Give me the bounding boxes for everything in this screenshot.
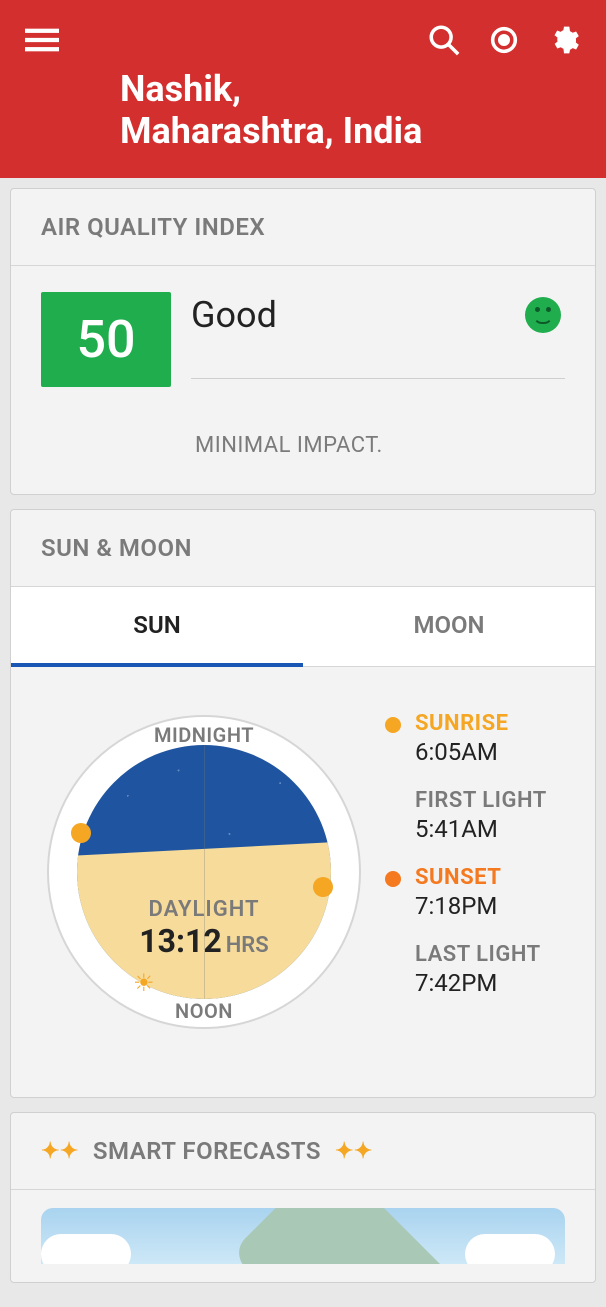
sunset-value: 7:18PM [387, 892, 577, 920]
daylight-box: DAYLIGHT 13:12 HRS [29, 897, 379, 960]
sun-body: MIDNIGHT NOON DAYLIGHT 13:12 HRS ☀ SUNRI… [11, 667, 595, 1097]
sun-info-list: SUNRISE 6:05AM FIRST LIGHT 5:41AM SUNSET… [387, 697, 577, 1047]
content-area: AIR QUALITY INDEX 50 Good MINIMAL IMPACT… [0, 178, 606, 1307]
daylight-label: DAYLIGHT [29, 897, 379, 922]
menu-icon[interactable] [24, 22, 60, 58]
forecasts-title: SMART FORECASTS [93, 1137, 321, 1165]
forecast-illustration [41, 1208, 565, 1264]
sunset-dot-icon [313, 877, 333, 897]
sunset-label: SUNSET [387, 865, 577, 890]
sunrise-row: SUNRISE 6:05AM [387, 711, 577, 766]
lastlight-row: LAST LIGHT 7:42PM [387, 942, 577, 997]
locate-icon[interactable] [486, 22, 522, 58]
aqi-label: Good [191, 294, 277, 336]
firstlight-label: FIRST LIGHT [387, 788, 577, 813]
location-line-2: Maharashtra, India [120, 110, 606, 152]
app-header: Nashik, Maharashtra, India [0, 0, 606, 178]
aqi-card-header: AIR QUALITY INDEX [11, 189, 595, 266]
lastlight-label: LAST LIGHT [387, 942, 577, 967]
location-title: Nashik, Maharashtra, India [0, 68, 606, 178]
sunmoon-tabs: SUN MOON [11, 587, 595, 667]
tab-moon[interactable]: MOON [303, 587, 595, 667]
sparkle-icon: ✦✦ [41, 1139, 79, 1164]
dot-icon [385, 871, 401, 887]
dial-label-noon: NOON [29, 999, 379, 1023]
dial-label-midnight: MIDNIGHT [29, 723, 379, 747]
sparkle-icon: ✦✦ [335, 1139, 373, 1164]
aqi-description: MINIMAL IMPACT. [11, 397, 595, 494]
tab-sun[interactable]: SUN [11, 587, 303, 667]
header-actions [426, 22, 582, 58]
header-top-bar [0, 0, 606, 68]
daylight-value: 13:12 [139, 922, 221, 960]
location-line-1: Nashik, [120, 68, 606, 110]
sun-position-icon: ☀ [133, 969, 155, 997]
firstlight-row: FIRST LIGHT 5:41AM [387, 788, 577, 843]
lastlight-value: 7:42PM [387, 969, 577, 997]
dot-icon [385, 717, 401, 733]
forecasts-card-header: ✦✦ SMART FORECASTS ✦✦ [11, 1113, 595, 1190]
sun-dial: MIDNIGHT NOON DAYLIGHT 13:12 HRS ☀ [29, 697, 379, 1047]
gear-icon[interactable] [546, 22, 582, 58]
aqi-card: AIR QUALITY INDEX 50 Good MINIMAL IMPACT… [10, 188, 596, 495]
firstlight-value: 5:41AM [387, 815, 577, 843]
daylight-unit: HRS [226, 933, 269, 958]
aqi-right: Good [191, 294, 565, 385]
sunrise-value: 6:05AM [387, 738, 577, 766]
sunrise-label: SUNRISE [387, 711, 577, 736]
aqi-value-badge: 50 [41, 292, 171, 387]
sunrise-dot-icon [71, 823, 91, 843]
forecasts-card: ✦✦ SMART FORECASTS ✦✦ [10, 1112, 596, 1283]
sunmoon-card: SUN & MOON SUN MOON MIDNIGHT NOON DAYLIG… [10, 509, 596, 1098]
aqi-body: 50 Good [11, 266, 595, 397]
search-icon[interactable] [426, 22, 462, 58]
sunset-row: SUNSET 7:18PM [387, 865, 577, 920]
smile-icon [525, 297, 561, 333]
forecasts-body [11, 1190, 595, 1282]
sunmoon-card-header: SUN & MOON [11, 510, 595, 587]
